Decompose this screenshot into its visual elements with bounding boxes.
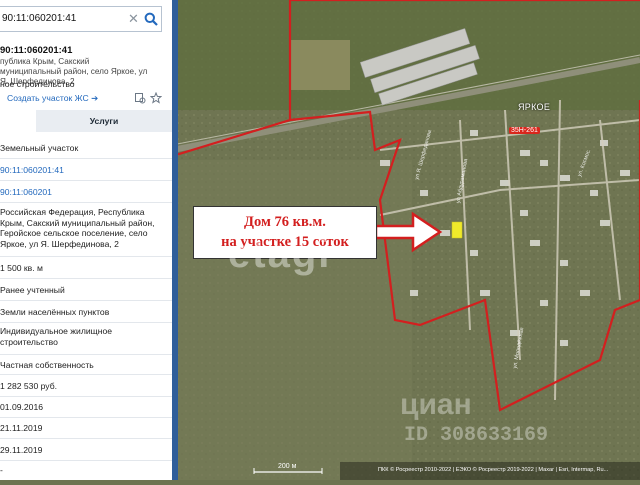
detail-row: Индивидуальное жилищное строительство: [0, 322, 172, 355]
detail-value: 29.11.2019: [0, 445, 43, 455]
detail-row: Ранее учтенный: [0, 278, 172, 301]
detail-value: Частная собственность: [0, 360, 94, 370]
detail-row: 90:11:060201:41: [0, 158, 172, 181]
panel-edge: [172, 0, 178, 480]
watermark-id: ID 308633169: [404, 424, 549, 447]
clear-icon[interactable]: ✕: [128, 11, 139, 27]
detail-value: 21.11.2019: [0, 423, 43, 433]
detail-value: -: [0, 465, 3, 475]
detail-row: Российская Федерация, Республика Крым, С…: [0, 202, 172, 257]
bookmark-icon[interactable]: [134, 92, 146, 104]
highlighted-parcel: [451, 221, 463, 239]
detail-row: Земли населённых пунктов: [0, 300, 172, 323]
create-parcel-link[interactable]: Создать участок ЖС ➔: [7, 93, 98, 104]
watermark-etagi: etagi: [228, 232, 332, 276]
scale-label: 200 м: [278, 463, 297, 470]
caption-line-1: Дом 76 кв.м.: [244, 214, 326, 230]
village-label: ЯРКОЕ: [518, 102, 551, 112]
detail-row: 1 282 530 руб.: [0, 374, 172, 397]
detail-value: 1 282 530 руб.: [0, 381, 58, 391]
detail-value: 01.09.2016: [0, 402, 44, 412]
detail-row: -: [0, 460, 172, 480]
detail-value: Земельный участок: [0, 143, 79, 153]
detail-value: 1 500 кв. м: [0, 263, 43, 273]
parcel-kind: ное строительство: [0, 79, 75, 89]
map-attribution: ПКК © Росреестр 2010-2022 | ЕЭКО © Росре…: [378, 467, 609, 473]
road-number-badge: 35Н-261: [509, 127, 540, 134]
detail-value: Ранее учтенный: [0, 285, 65, 295]
detail-row: 21.11.2019: [0, 417, 172, 439]
search-input[interactable]: 90:11:060201:41: [2, 13, 76, 24]
detail-row: Земельный участок: [0, 136, 172, 159]
detail-row: Частная собственность: [0, 354, 172, 375]
search-bar[interactable]: 90:11:060201:41 ✕: [0, 6, 162, 32]
detail-link[interactable]: 90:11:060201: [0, 187, 52, 197]
detail-link[interactable]: 90:11:060201:41: [0, 165, 64, 175]
detail-value: Российская Федерация, Республика Крым, С…: [0, 207, 155, 249]
detail-row: 01.09.2016: [0, 396, 172, 418]
panel-tabs: Услуги: [0, 110, 172, 132]
detail-value: Индивидуальное жилищное строительство: [0, 326, 113, 347]
tab-services[interactable]: Услуги: [36, 110, 172, 132]
tab-info[interactable]: [0, 110, 36, 132]
search-icon[interactable]: [144, 12, 158, 26]
parcel-cadastral-title: 90:11:060201:41: [0, 45, 73, 56]
detail-value: Земли населённых пунктов: [0, 307, 110, 317]
watermark-cian: циан: [400, 388, 472, 421]
star-icon[interactable]: [150, 92, 162, 104]
detail-row: 90:11:060201: [0, 180, 172, 203]
detail-row: 29.11.2019: [0, 438, 172, 461]
info-panel: 90:11:060201:41 ✕ 90:11:060201:41 публик…: [0, 0, 173, 480]
detail-row: 1 500 кв. м: [0, 256, 172, 279]
